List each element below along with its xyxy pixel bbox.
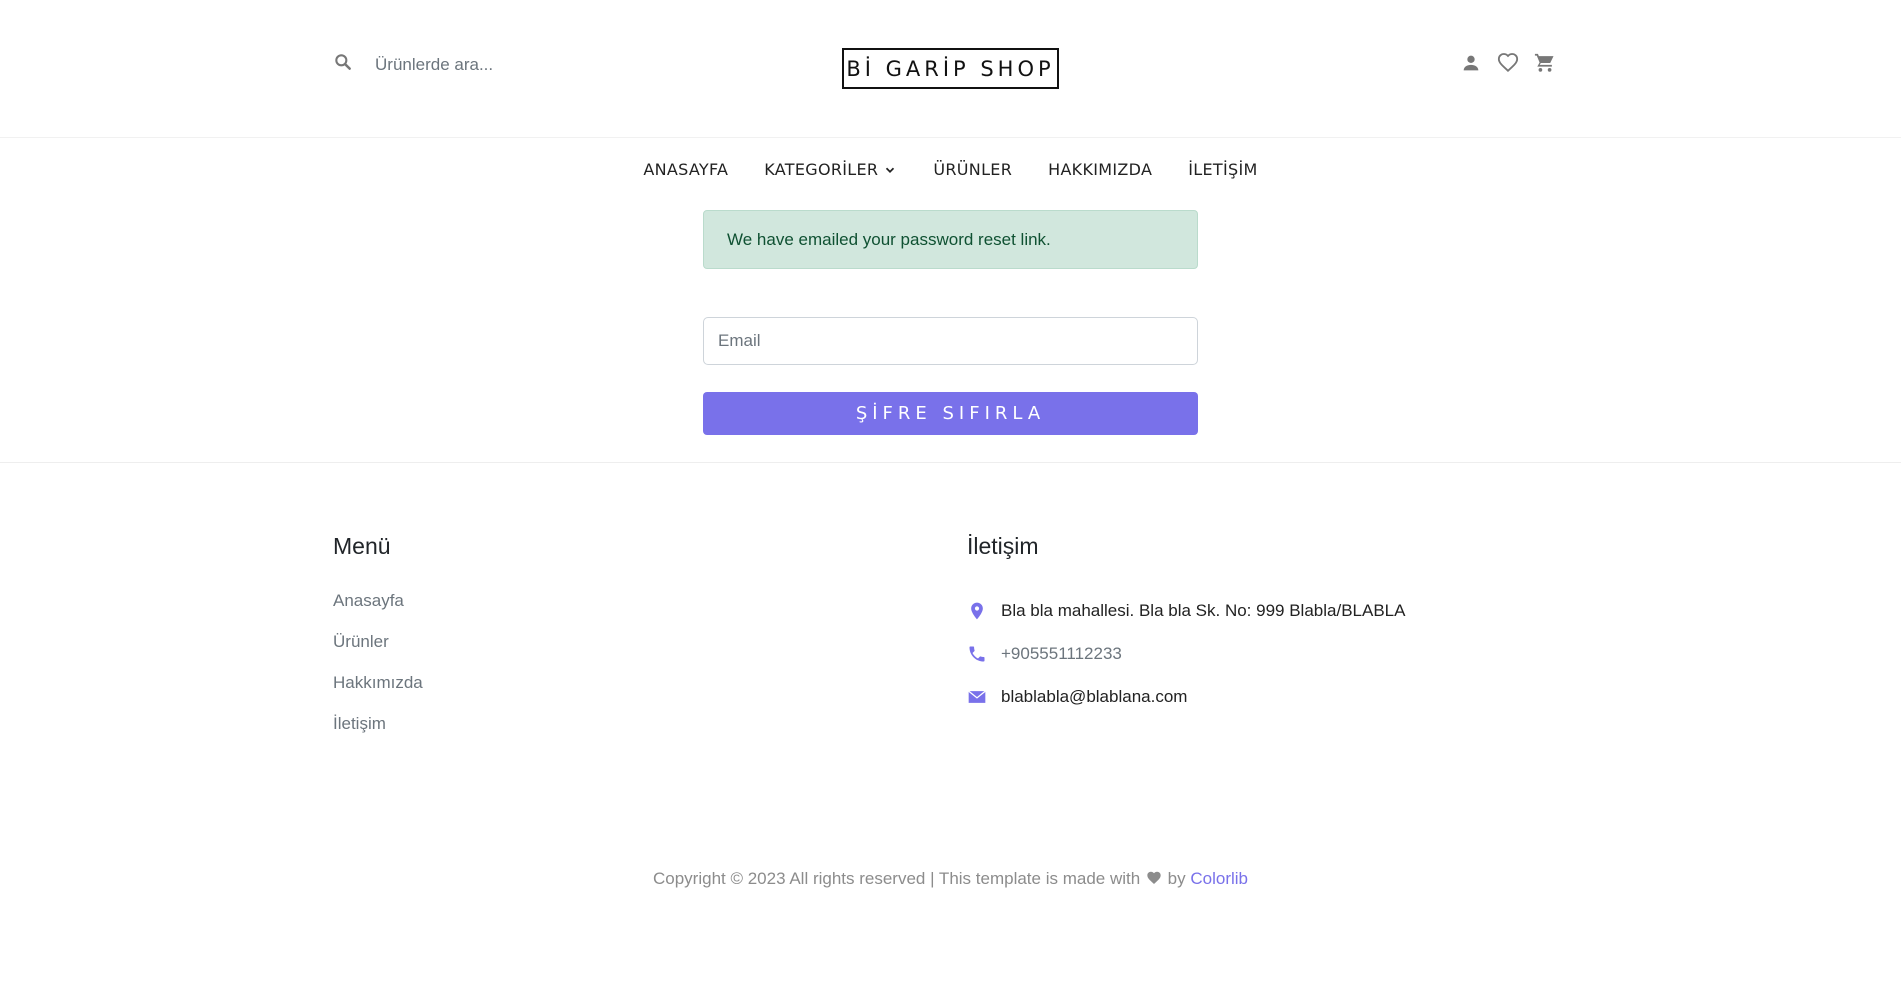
phone-icon: [967, 644, 1001, 664]
nav-item-label: HAKKIMIZDA: [1048, 160, 1153, 179]
nav-item-hakkimizda[interactable]: HAKKIMIZDA: [1048, 160, 1152, 179]
footer-contact-title: İletişim: [967, 533, 1039, 559]
nav-item-label: İLETİŞİM: [1188, 160, 1258, 179]
footer-link-anasayfa[interactable]: Anasayfa: [333, 591, 423, 632]
cart-icon[interactable]: [1534, 52, 1556, 74]
envelope-icon: [967, 687, 1001, 707]
nav-item-label: ÜRÜNLER: [933, 160, 1013, 179]
copyright-text: Copyright © 2023 All rights reserved | T…: [653, 869, 1141, 888]
nav-item-iletisim[interactable]: İLETİŞİM: [1188, 160, 1257, 179]
copyright-by: by: [1167, 869, 1186, 888]
footer-link-hakkimizda[interactable]: Hakkımızda: [333, 673, 423, 714]
colorlib-link[interactable]: Colorlib: [1190, 869, 1248, 888]
nav-item-anasayfa[interactable]: ANASAYFA: [643, 160, 728, 179]
site-logo[interactable]: Bİ GARİP SHOP: [842, 48, 1059, 89]
copyright: Copyright © 2023 All rights reserved | T…: [0, 869, 1901, 889]
footer-link-iletisim[interactable]: İletişim: [333, 714, 423, 755]
heart-icon[interactable]: [1497, 52, 1519, 74]
nav-item-kategoriler[interactable]: KATEGORİLER: [764, 160, 897, 179]
chevron-down-icon: [886, 167, 895, 173]
nav-item-label: ANASAYFA: [643, 160, 729, 179]
heart-icon: [1147, 871, 1161, 884]
reset-password-button[interactable]: ŞİFRE SIFIRLA: [703, 392, 1198, 435]
footer-contact-list: Bla bla mahallesi. Bla bla Sk. No: 999 B…: [967, 589, 1405, 718]
nav-item-label: KATEGORİLER: [764, 160, 879, 179]
footer-link-urunler[interactable]: Ürünler: [333, 632, 423, 673]
address-text: Bla bla mahallesi. Bla bla Sk. No: 999 B…: [1001, 600, 1406, 620]
map-pin-icon: [967, 601, 1001, 621]
search-input[interactable]: [375, 54, 675, 75]
email-text: blablabla@blablana.com: [1001, 686, 1188, 706]
nav-item-urunler[interactable]: ÜRÜNLER: [933, 160, 1012, 179]
user-icon[interactable]: [1460, 52, 1482, 74]
email-field[interactable]: [703, 317, 1198, 365]
search-bar: [333, 52, 675, 77]
alert-message: We have emailed your password reset link…: [727, 229, 1051, 249]
search-icon[interactable]: [333, 52, 353, 77]
footer-menu-links: Anasayfa Ürünler Hakkımızda İletişim: [333, 591, 423, 755]
header-icons: [1460, 52, 1571, 74]
contact-address: Bla bla mahallesi. Bla bla Sk. No: 999 B…: [967, 589, 1405, 632]
site-header: Bİ GARİP SHOP: [0, 0, 1901, 138]
footer-menu-title: Menü: [333, 533, 391, 559]
main-nav: ANASAYFA KATEGORİLER ÜRÜNLER HAKKIMIZDA …: [0, 160, 1901, 179]
site-footer: Menü Anasayfa Ürünler Hakkımızda İletişi…: [0, 462, 1901, 985]
contact-email[interactable]: blablabla@blablana.com: [967, 675, 1405, 718]
contact-phone[interactable]: +905551112233: [967, 632, 1405, 675]
phone-text: +905551112233: [1001, 643, 1122, 663]
success-alert: We have emailed your password reset link…: [703, 210, 1198, 269]
